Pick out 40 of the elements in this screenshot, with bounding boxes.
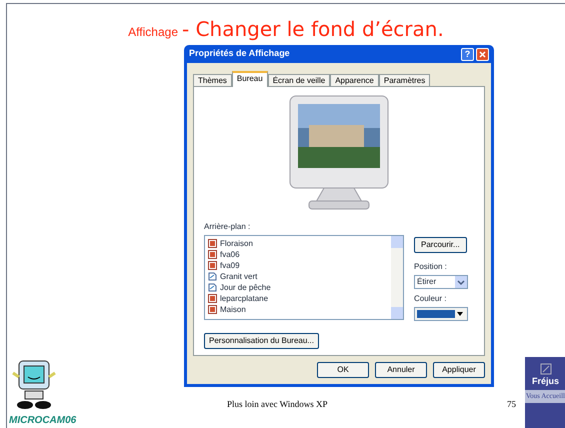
logo-text: MICROCAM06 — [9, 414, 76, 428]
window-title: Propriétés de Affichage — [189, 47, 290, 60]
document-icon — [208, 283, 217, 292]
list-item[interactable]: Granit vert — [220, 272, 258, 282]
slide-title: - Changer le fond d’écran. — [182, 16, 444, 43]
list-item[interactable]: leparcplatane — [220, 294, 268, 304]
tab[interactable]: Paramètres — [378, 74, 430, 86]
color-picker[interactable] — [414, 307, 468, 321]
dialog-button[interactable]: Annuler — [375, 362, 427, 378]
dialog-button[interactable]: Appliquer — [433, 362, 485, 378]
close-icon — [479, 50, 486, 58]
badge-title: Fréjus — [532, 375, 559, 388]
list-item[interactable]: Floraison — [220, 238, 253, 248]
tab[interactable]: Bureau — [232, 71, 268, 87]
document-icon — [208, 272, 217, 281]
list-item[interactable]: fva09 — [220, 260, 240, 270]
list-item[interactable]: Jour de pêche — [220, 282, 271, 292]
list-item[interactable]: Maison — [220, 304, 246, 314]
page-number: 75 — [507, 398, 516, 411]
tab[interactable]: Écran de veille — [268, 74, 330, 86]
dialog-button[interactable]: Personnalisation du Bureau... — [204, 333, 319, 349]
position-dropdown[interactable]: Étirer — [414, 275, 468, 289]
field-label: Position : — [414, 261, 447, 273]
list-item[interactable]: fva06 — [220, 250, 240, 260]
color-swatch — [417, 310, 455, 318]
field-label: Couleur : — [414, 293, 446, 305]
tab[interactable]: Apparence — [330, 74, 379, 86]
dialog-button[interactable]: Parcourir... — [414, 237, 467, 253]
close-button[interactable] — [476, 48, 489, 60]
wallpaper-listbox[interactable]: Floraison fva06 fva09 Granit vert Jour de pêche leparcplatane Maison — [204, 235, 404, 320]
slide-subtitle: Affichage — [128, 24, 178, 41]
dialog-button[interactable]: OK — [317, 362, 369, 378]
emblem-icon — [540, 363, 552, 375]
caret-icon — [457, 312, 463, 316]
tab[interactable]: Thèmes — [193, 74, 232, 86]
help-button[interactable]: ? — [461, 48, 474, 60]
scrollbar[interactable] — [391, 236, 403, 319]
slide-footer: Plus loin avec Windows XP — [227, 398, 328, 412]
field-label: Arrière-plan : — [204, 221, 252, 233]
mascot-computer-drawing — [11, 359, 57, 411]
